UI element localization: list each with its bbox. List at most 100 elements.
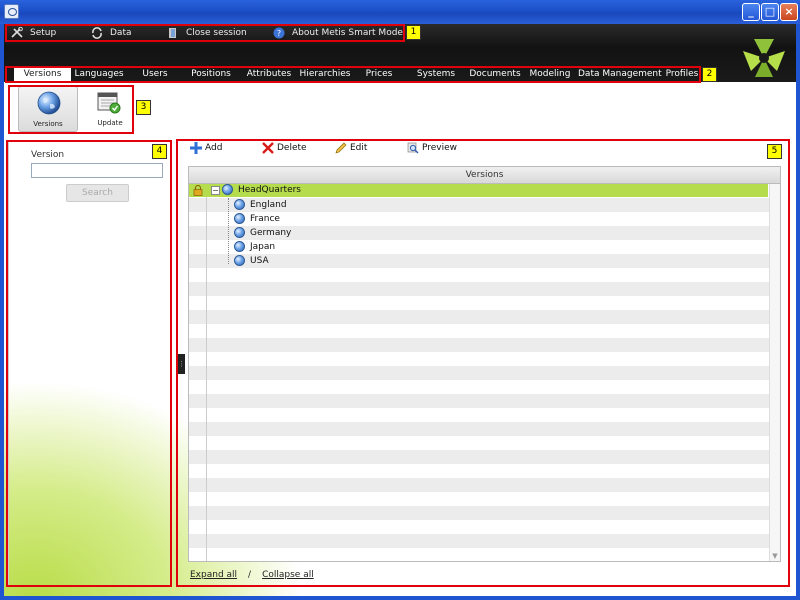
globe-icon — [234, 213, 245, 224]
preview-label: Preview — [422, 143, 458, 153]
table-row[interactable] — [189, 548, 770, 561]
versions-module-label: Versions — [33, 120, 63, 128]
delete-label: Delete — [277, 143, 307, 153]
globe-icon — [234, 227, 245, 238]
tab-positions[interactable]: Positions — [186, 66, 236, 82]
table-row[interactable] — [189, 338, 770, 352]
link-separator: / — [248, 570, 252, 580]
tree-item-label: France — [250, 214, 280, 224]
menu-close-session[interactable]: Close session — [166, 26, 247, 40]
table-row[interactable] — [189, 422, 770, 436]
edit-button[interactable]: Edit — [335, 141, 367, 155]
calendar-update-icon — [97, 92, 121, 114]
maximize-button[interactable]: □ — [761, 3, 779, 21]
tab-profiles[interactable]: Profiles — [664, 66, 700, 82]
globe-icon — [234, 255, 245, 266]
minimize-button[interactable]: _ — [742, 3, 760, 21]
tree-item-headquarters[interactable]: HeadQuarters — [222, 184, 301, 197]
panel-splitter-handle[interactable]: ⋮ — [178, 354, 185, 374]
table-row[interactable] — [189, 492, 770, 506]
app-icon — [4, 4, 19, 19]
tree-item-japan[interactable]: Japan — [234, 241, 275, 254]
annotation-tag-2: 2 — [702, 67, 717, 82]
tab-systems[interactable]: Systems — [415, 66, 457, 82]
door-exit-icon — [166, 27, 180, 39]
tree-item-usa[interactable]: USA — [234, 255, 269, 268]
preview-button[interactable]: Preview — [407, 141, 457, 155]
pencil-icon — [335, 142, 347, 154]
tab-users[interactable]: Users — [138, 66, 172, 82]
column-header-versions[interactable]: Versions — [189, 167, 780, 184]
table-row[interactable] — [189, 310, 770, 324]
table-row[interactable] — [189, 436, 770, 450]
search-panel: Version Search — [8, 140, 173, 586]
expand-all-link[interactable]: Expand all — [190, 570, 237, 580]
table-row[interactable] — [189, 282, 770, 296]
add-button[interactable]: Add — [190, 141, 222, 155]
add-label: Add — [205, 143, 223, 153]
table-row[interactable] — [189, 240, 770, 254]
module-toolbar: Versions Update — [10, 86, 134, 134]
update-module-button[interactable]: Update — [80, 86, 140, 132]
menu-setup[interactable]: Setup — [10, 26, 56, 40]
table-row[interactable] — [189, 380, 770, 394]
tab-versions[interactable]: Versions — [14, 66, 71, 82]
menu-about[interactable]: ? About Metis Smart Modeling — [272, 26, 419, 40]
window-frame-bottom — [0, 596, 800, 600]
update-module-label: Update — [97, 119, 123, 127]
table-row[interactable] — [189, 506, 770, 520]
table-row[interactable] — [189, 408, 770, 422]
table-row[interactable] — [189, 352, 770, 366]
table-row[interactable] — [189, 464, 770, 478]
version-field-label: Version — [31, 150, 65, 160]
tree-connector-line — [228, 198, 229, 264]
menu-data[interactable]: Data — [90, 26, 132, 40]
table-row[interactable] — [189, 450, 770, 464]
versions-module-button[interactable]: Versions — [18, 86, 78, 132]
table-row[interactable] — [189, 534, 770, 548]
tab-data-management[interactable]: Data Management — [578, 66, 662, 82]
table-row[interactable] — [189, 394, 770, 408]
window-frame-right — [796, 24, 800, 600]
tab-attributes[interactable]: Attributes — [244, 66, 294, 82]
vertical-scrollbar[interactable]: ▼ — [769, 184, 780, 561]
collapse-all-link[interactable]: Collapse all — [262, 570, 314, 580]
action-bar: Add Delete Edit Preview — [188, 141, 488, 155]
close-window-button[interactable]: × — [780, 3, 798, 21]
top-menu: Setup Data Close session ? About Metis S… — [4, 24, 796, 42]
brand-logo — [737, 35, 791, 81]
collapse-toggle[interactable]: − — [211, 186, 220, 195]
edit-label: Edit — [350, 143, 368, 153]
tree-item-label: Germany — [250, 228, 292, 238]
tab-languages[interactable]: Languages — [74, 66, 124, 82]
tree-item-germany[interactable]: Germany — [234, 227, 291, 240]
tree-item-france[interactable]: France — [234, 213, 280, 226]
scroll-down-arrow[interactable]: ▼ — [771, 552, 779, 560]
table-row[interactable] — [189, 478, 770, 492]
menu-close-session-label: Close session — [186, 28, 247, 38]
table-row[interactable] — [189, 520, 770, 534]
tab-prices[interactable]: Prices — [362, 66, 396, 82]
table-row[interactable] — [189, 254, 770, 268]
search-button[interactable]: Search — [66, 184, 129, 202]
table-row[interactable] — [189, 296, 770, 310]
row-gutter — [189, 184, 207, 561]
magnifier-icon — [407, 142, 419, 154]
tree-item-label: HeadQuarters — [238, 185, 301, 195]
tools-icon — [10, 26, 24, 39]
globe-icon — [222, 184, 233, 195]
delete-button[interactable]: Delete — [262, 141, 307, 155]
globe-icon — [37, 91, 61, 115]
tab-modeling[interactable]: Modeling — [528, 66, 572, 82]
version-search-input[interactable] — [31, 163, 163, 178]
tab-documents[interactable]: Documents — [467, 66, 523, 82]
tree-item-label: USA — [250, 256, 269, 266]
menu-about-label: About Metis Smart Modeling — [292, 28, 420, 38]
tree-item-england[interactable]: England — [234, 199, 287, 212]
table-row[interactable] — [189, 366, 770, 380]
tab-hierarchies[interactable]: Hierarchies — [298, 66, 352, 82]
table-row[interactable] — [189, 268, 770, 282]
delete-x-icon — [262, 141, 274, 154]
table-row[interactable] — [189, 324, 770, 338]
menu-data-label: Data — [110, 28, 132, 38]
